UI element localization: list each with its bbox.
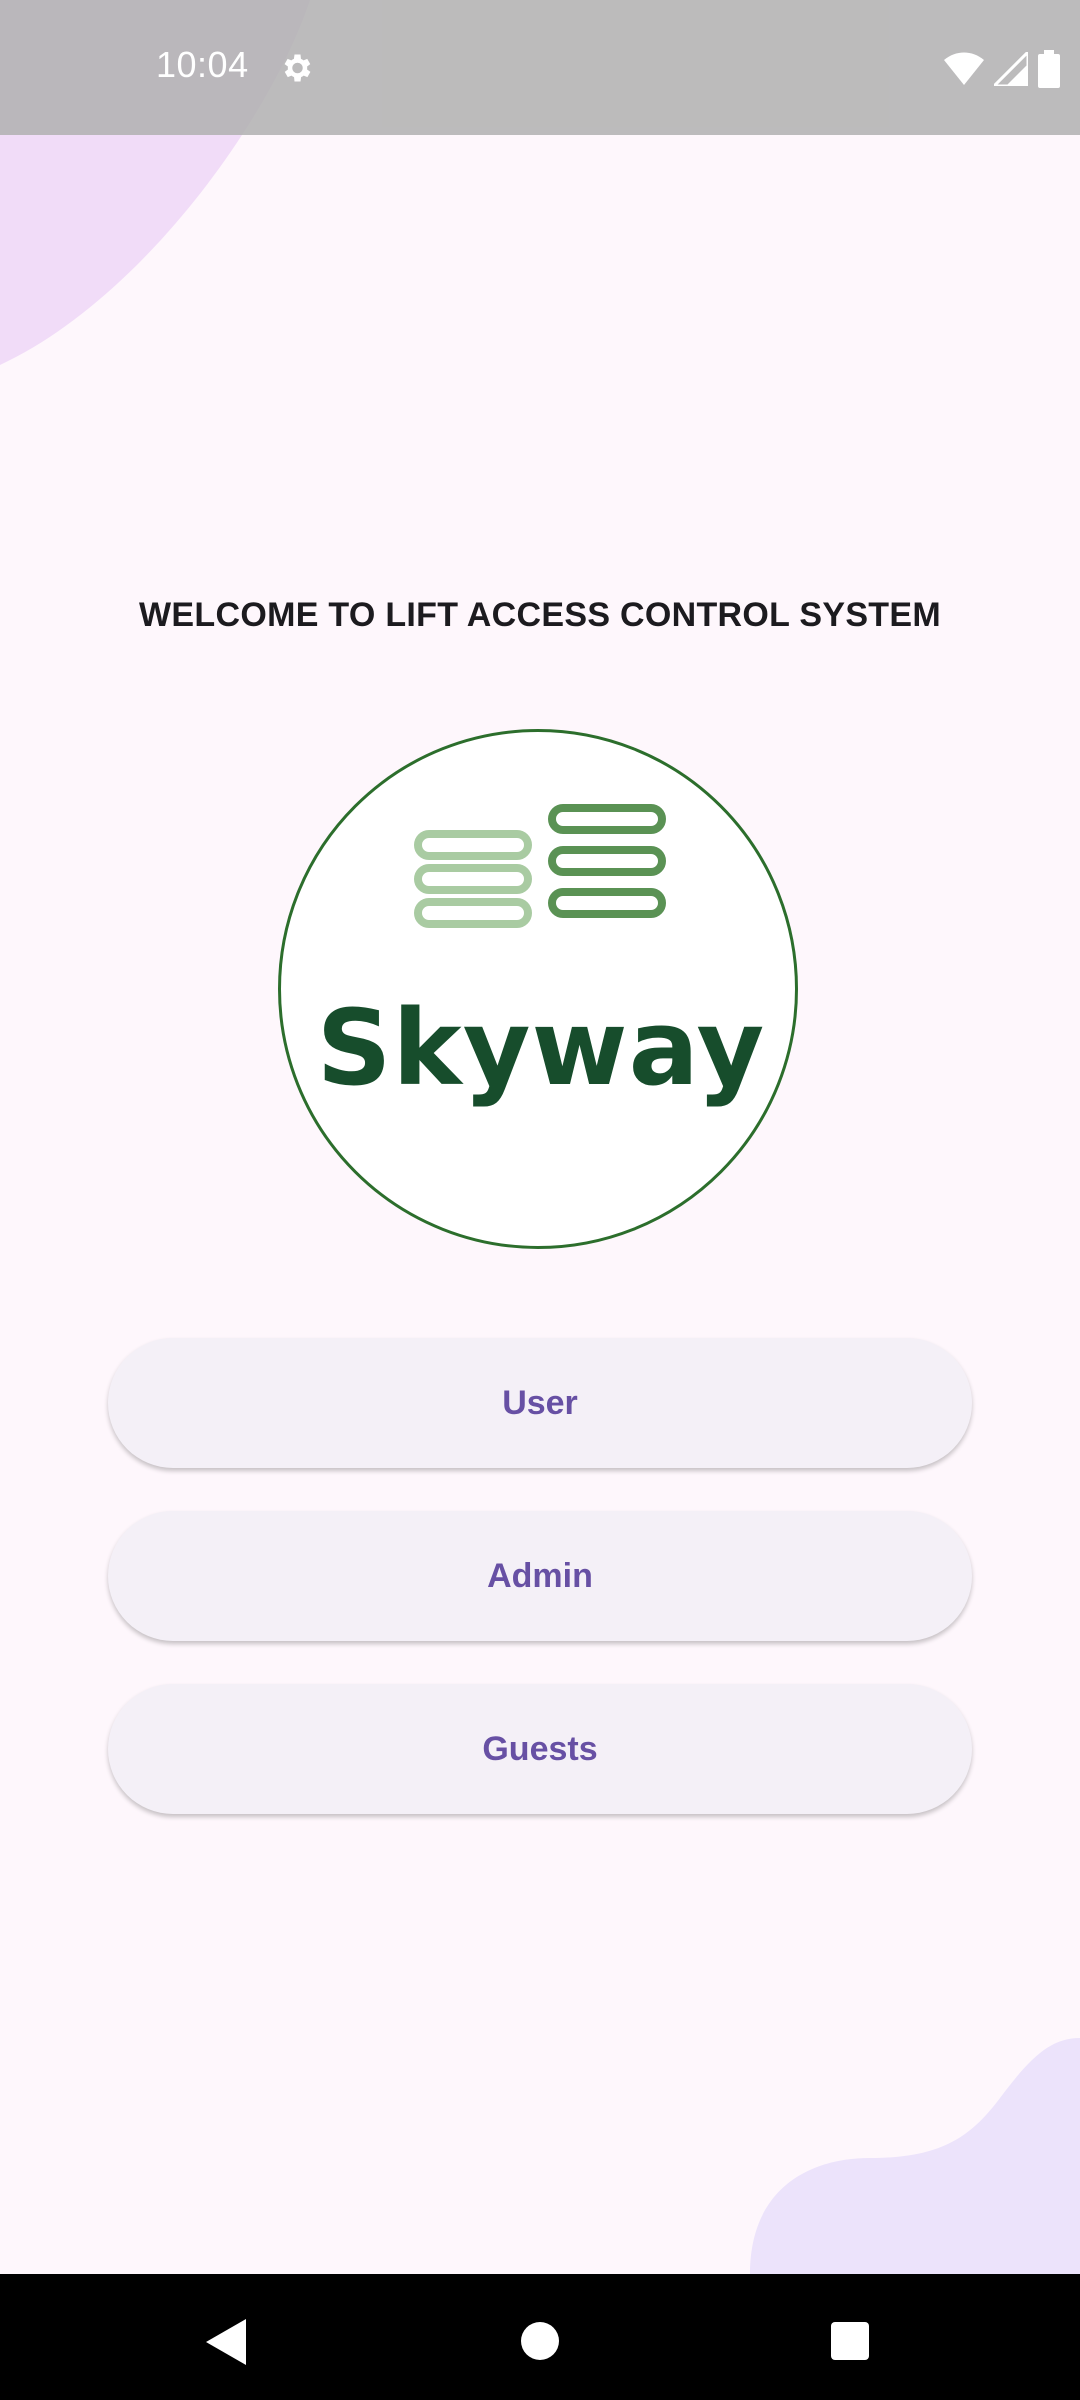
guests-button-label: Guests [482,1729,598,1768]
home-icon[interactable] [521,2322,559,2360]
admin-button-label: Admin [487,1556,593,1595]
back-icon[interactable] [206,2319,246,2365]
screen: 10:04 WELCOME TO LIFT ACCESS CONTROL SYS… [0,0,1080,2400]
logo-brand-text: Skyway [316,987,766,1109]
user-button[interactable]: User [108,1338,972,1468]
guests-button[interactable]: Guests [108,1684,972,1814]
decorative-blob-bottom [750,2038,1080,2274]
status-time: 10:04 [156,44,249,85]
skyway-logo: Skyway [278,729,798,1249]
gear-icon [284,54,311,82]
signal-icon [994,52,1028,86]
user-button-label: User [502,1383,578,1422]
status-bar: 10:04 [0,0,1080,135]
navigation-bar [0,2274,1080,2400]
battery-icon [1038,50,1060,88]
status-icons [944,50,1060,88]
wifi-icon [944,52,984,85]
admin-button[interactable]: Admin [108,1511,972,1641]
recents-icon[interactable] [831,2322,869,2360]
welcome-title: WELCOME TO LIFT ACCESS CONTROL SYSTEM [139,596,941,634]
